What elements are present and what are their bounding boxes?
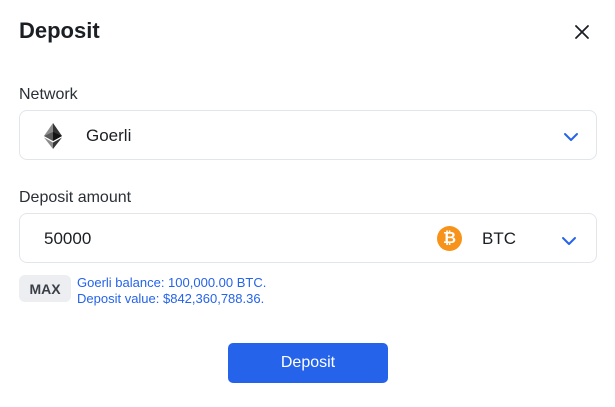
deposit-value-text: Deposit value: $842,360,788.36. [77,291,265,306]
chevron-down-icon[interactable] [561,236,577,246]
balance-text: Goerli balance: 100,000.00 BTC. [77,275,267,290]
dialog-title: Deposit [19,18,100,43]
max-button[interactable]: MAX [19,275,71,302]
network-label: Network [19,86,78,103]
deposit-amount-label: Deposit amount [19,189,132,206]
token-selected-value[interactable]: BTC [482,229,516,249]
bitcoin-icon: ₿ [437,226,462,251]
network-selected-value: Goerli [86,126,132,145]
deposit-amount-input[interactable] [44,228,344,250]
chevron-down-icon[interactable] [563,132,579,142]
ethereum-icon [44,123,62,149]
deposit-amount-field: ₿ BTC [19,213,597,263]
deposit-info: Goerli balance: 100,000.00 BTC. Deposit … [77,275,266,307]
network-select[interactable]: Goerli [19,110,597,160]
deposit-button[interactable]: Deposit [228,343,388,383]
close-icon[interactable] [572,22,592,42]
deposit-dialog: Deposit Network Goerli Deposit amount ₿ … [0,0,615,407]
